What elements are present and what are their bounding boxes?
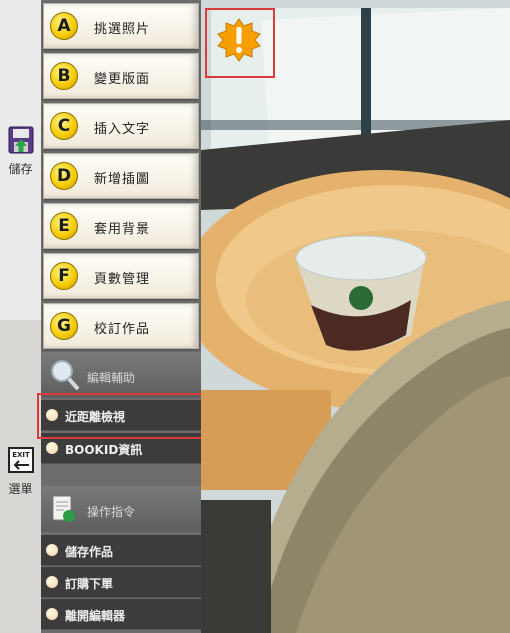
menu-item-label: 離開編輯器 [65, 609, 126, 623]
bullet-icon [46, 442, 58, 454]
photo-image [201, 0, 510, 633]
save-label: 儲存 [8, 162, 33, 176]
editor-menu: A 挑選照片 B 變更版面 C 插入文字 D 新增插圖 E 套用背景 F 頁數管… [41, 0, 201, 633]
menu-label: 選單 [8, 482, 33, 496]
commands-header: 操作指令 [41, 486, 201, 532]
menu-item-apply-background[interactable]: E 套用背景 [43, 203, 199, 249]
photo-canvas[interactable] [201, 0, 510, 633]
close-view-highlight [37, 393, 209, 439]
save-button[interactable]: 儲存 [0, 126, 41, 177]
magnifier-icon [51, 360, 80, 391]
menu-item-change-layout[interactable]: B 變更版面 [43, 53, 199, 99]
menu-item-label: 儲存作品 [65, 545, 114, 559]
warning-highlight [205, 8, 275, 78]
bullet-icon [46, 608, 58, 620]
letter-g-badge: G [50, 312, 78, 340]
menu-item-label: 訂購下單 [65, 577, 114, 591]
menu-item-label: 挑選照片 [94, 22, 151, 37]
letter-a-badge: A [50, 12, 78, 40]
menu-item-label: 變更版面 [94, 72, 151, 87]
menu-item-label: 頁數管理 [94, 272, 151, 287]
svg-text:EXIT: EXIT [12, 451, 30, 459]
menu-item-exit-editor[interactable]: 離開編輯器 [41, 599, 201, 630]
menu-item-select-photo[interactable]: A 挑選照片 [43, 3, 199, 49]
menu-item-label: 新增插圖 [94, 172, 151, 187]
document-icon [52, 495, 75, 522]
menu-item-label: 校訂作品 [94, 322, 151, 337]
commands-title: 操作指令 [87, 505, 136, 519]
menu-button[interactable]: EXIT 選單 [0, 446, 41, 497]
menu-item-add-illustration[interactable]: D 新增插圖 [43, 153, 199, 199]
bullet-icon [46, 544, 58, 556]
edit-assist-title: 編輯輔助 [87, 371, 136, 385]
menu-item-insert-text[interactable]: C 插入文字 [43, 103, 199, 149]
letter-b-badge: B [50, 62, 78, 90]
menu-item-label: BOOKID資訊 [65, 443, 143, 457]
letter-c-badge: C [50, 112, 78, 140]
bullet-icon [46, 576, 58, 588]
menu-item-page-management[interactable]: F 頁數管理 [43, 253, 199, 299]
menu-item-place-order[interactable]: 訂購下單 [41, 567, 201, 598]
menu-item-proofread[interactable]: G 校訂作品 [43, 303, 199, 349]
menu-item-save-work[interactable]: 儲存作品 [41, 535, 201, 566]
menu-item-label: 插入文字 [94, 122, 151, 137]
exit-icon: EXIT [7, 447, 34, 473]
letter-e-badge: E [50, 212, 78, 240]
save-icon [8, 126, 33, 154]
edit-assist-header: 編輯輔助 [41, 352, 201, 398]
menu-item-label: 套用背景 [94, 222, 151, 237]
letter-d-badge: D [50, 162, 78, 190]
letter-f-badge: F [50, 262, 78, 290]
